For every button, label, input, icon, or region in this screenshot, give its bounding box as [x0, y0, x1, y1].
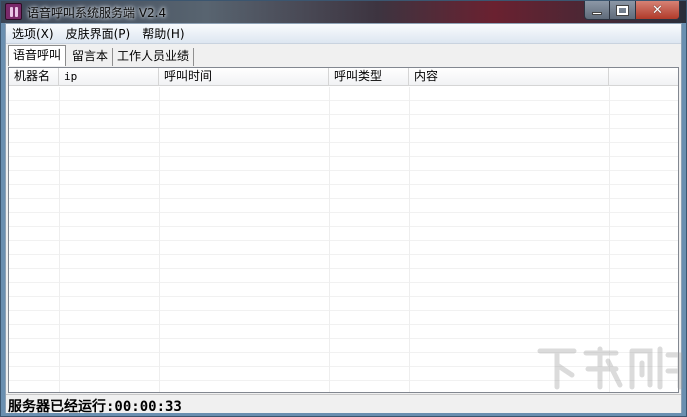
tab-message-book[interactable]: 留言本 — [68, 48, 114, 66]
app-window: 语音呼叫系统服务端 V2.4 ✕ 选项(X) 皮肤界面(P) 帮助(H) 语音呼… — [0, 0, 687, 417]
menu-bar: 选项(X) 皮肤界面(P) 帮助(H) — [6, 24, 681, 44]
server-uptime-status: 服务器已经运行:00:00:33 — [8, 399, 182, 415]
window-title: 语音呼叫系统服务端 V2.4 — [27, 6, 167, 20]
title-bar[interactable]: 语音呼叫系统服务端 V2.4 ✕ — [1, 1, 686, 23]
maximize-button[interactable] — [610, 1, 636, 20]
grid-line — [409, 87, 410, 392]
maximize-icon — [617, 5, 628, 15]
tab-voice-call[interactable]: 语音呼叫 — [8, 45, 67, 66]
column-header-ip[interactable]: ip — [59, 68, 159, 86]
tab-staff-performance[interactable]: 工作人员业绩 — [113, 48, 195, 66]
window-controls: ✕ — [584, 1, 680, 20]
close-button[interactable]: ✕ — [636, 1, 680, 20]
column-header-call-time[interactable]: 呼叫时间 — [159, 68, 329, 86]
column-header-content[interactable]: 内容 — [409, 68, 609, 86]
grid-line — [159, 87, 160, 392]
minimize-icon — [592, 11, 602, 15]
list-header: 机器名 ip 呼叫时间 呼叫类型 内容 — [9, 68, 678, 86]
app-icon[interactable] — [5, 3, 22, 20]
tab-strip: 语音呼叫 留言本 工作人员业绩 — [8, 45, 195, 66]
column-header-machine-name[interactable]: 机器名 — [9, 68, 59, 86]
menu-skin[interactable]: 皮肤界面(P) — [60, 24, 137, 44]
grid-line — [59, 87, 60, 392]
minimize-button[interactable] — [584, 1, 610, 20]
column-header-call-type[interactable]: 呼叫类型 — [329, 68, 409, 86]
menu-options[interactable]: 选项(X) — [6, 24, 60, 44]
close-icon: ✕ — [652, 2, 663, 18]
menu-help[interactable]: 帮助(H) — [136, 24, 190, 44]
watermark-logo — [537, 346, 683, 390]
grid-line — [329, 87, 330, 392]
